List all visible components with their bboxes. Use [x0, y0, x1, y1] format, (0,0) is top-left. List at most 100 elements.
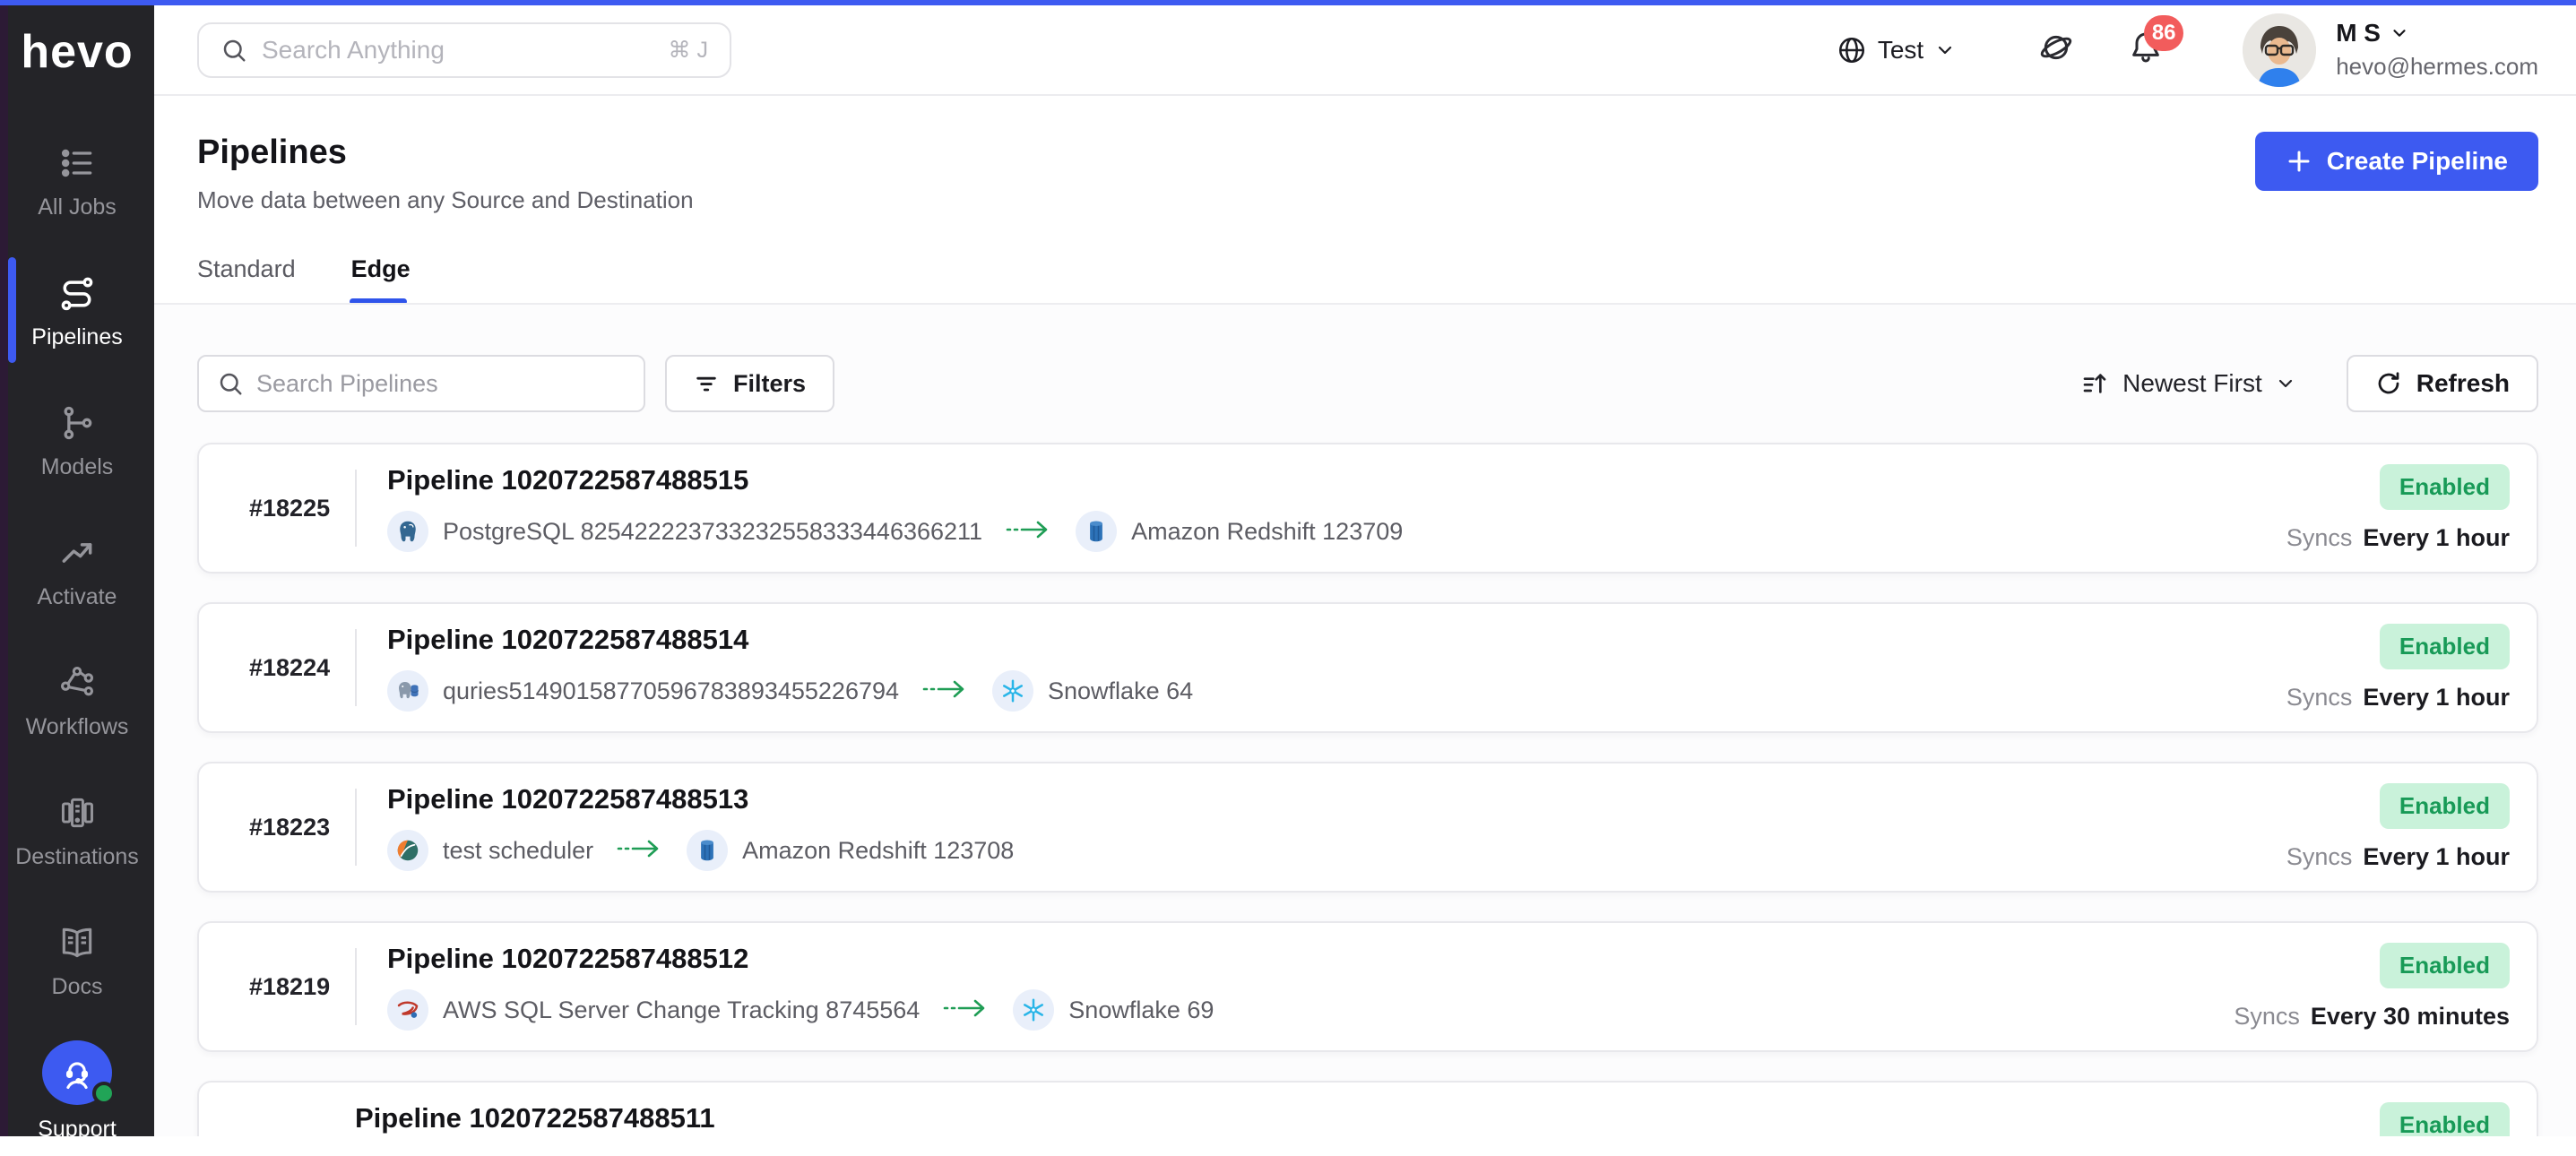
topbar-right: Test 86 [1837, 13, 2538, 87]
pipeline-seq-id: #18219 [249, 973, 355, 1001]
sidebar-item-label: Activate [38, 584, 117, 610]
main-column: ⌘ J Test 86 [154, 5, 2576, 1136]
pipeline-seq-id: #18224 [249, 654, 355, 682]
status-badge: Enabled [2380, 1102, 2510, 1136]
tab-standard[interactable]: Standard [197, 255, 296, 305]
search-icon [217, 370, 244, 397]
sidebar-item-docs[interactable]: Docs [0, 896, 154, 1026]
sql-server-icon [387, 989, 428, 1031]
user-menu[interactable]: M S [2336, 19, 2538, 47]
postgresql-icon [387, 511, 428, 552]
content: Filters Newest First Refresh #18225 [154, 305, 2576, 1136]
destination-label: Amazon Redshift 123708 [742, 837, 1014, 865]
tabs: Standard Edge [197, 255, 2538, 305]
sidebar-item-workflows[interactable]: Workflows [0, 636, 154, 766]
avatar-image [2243, 13, 2316, 87]
sync-value: Every 1 hour [2363, 524, 2510, 552]
user-name: M S [2336, 19, 2381, 47]
pipeline-title[interactable]: Pipeline 1020722587488511 [355, 1102, 715, 1134]
destinations-icon [56, 792, 98, 833]
docs-icon [56, 922, 98, 963]
notifications-button[interactable]: 86 [2128, 30, 2164, 70]
status-badge: Enabled [2380, 943, 2510, 988]
create-pipeline-label: Create Pipeline [2327, 147, 2508, 176]
pipeline-title[interactable]: Pipeline 1020722587488513 [387, 783, 1014, 815]
activate-icon [56, 532, 98, 574]
pipeline-title[interactable]: Pipeline 1020722587488514 [387, 624, 1193, 656]
pipeline-title[interactable]: Pipeline 1020722587488512 [387, 943, 1214, 975]
notification-count-badge: 86 [2144, 15, 2183, 51]
pipeline-row[interactable]: Pipeline 1020722587488511 Enabled [197, 1081, 2538, 1136]
sidebar-item-all-jobs[interactable]: All Jobs [0, 116, 154, 246]
planet-icon [2038, 30, 2074, 65]
create-pipeline-button[interactable]: Create Pipeline [2255, 132, 2538, 191]
global-search[interactable]: ⌘ J [197, 22, 731, 78]
sidebar-item-activate[interactable]: Activate [0, 506, 154, 636]
refresh-icon [2375, 370, 2402, 397]
sidebar-item-pipelines[interactable]: Pipelines [0, 246, 154, 376]
global-search-input[interactable] [262, 36, 654, 65]
source-label: PostgreSQL 82542222373323255833344636621… [443, 518, 982, 546]
filters-button[interactable]: Filters [665, 355, 834, 412]
avatar[interactable] [2243, 13, 2316, 87]
destination-label: Amazon Redshift 123709 [1131, 518, 1403, 546]
flow-arrow-icon [922, 677, 969, 705]
pipeline-row[interactable]: #18225 Pipeline 1020722587488515 Postgre… [197, 443, 2538, 574]
environment-label: Test [1878, 36, 1923, 65]
status-badge: Enabled [2380, 783, 2510, 829]
topbar: ⌘ J Test 86 [154, 5, 2576, 96]
pipeline-list: #18225 Pipeline 1020722587488515 Postgre… [197, 443, 2538, 1136]
source-destination-line: test scheduler Amazon Redshift 123708 [387, 830, 1014, 871]
pipeline-seq-id: #18223 [249, 814, 355, 841]
sidebar-item-label: All Jobs [38, 194, 117, 220]
row-divider [355, 629, 357, 706]
user-block: M S hevo@hermes.com [2336, 19, 2538, 81]
search-icon [220, 37, 247, 64]
amazon-redshift-icon [1076, 511, 1117, 552]
online-status-dot [92, 1082, 116, 1105]
chevron-down-icon [2275, 373, 2296, 394]
snowflake-icon [992, 670, 1033, 712]
sidebar-item-label: Pipelines [31, 324, 122, 350]
sync-schedule: SyncsEvery 1 hour [2286, 843, 2510, 871]
sort-icon [2081, 369, 2110, 398]
models-icon [56, 402, 98, 444]
plus-icon [2286, 148, 2312, 175]
sync-prefix: Syncs [2286, 524, 2353, 552]
sidebar-item-label: Destinations [15, 844, 139, 870]
sidebar-item-support[interactable]: Support [0, 1026, 154, 1156]
whats-new-button[interactable] [2038, 30, 2074, 70]
sync-prefix: Syncs [2286, 843, 2353, 871]
row-divider [355, 948, 357, 1025]
source-label: quries51490158770596783893455226794 [443, 677, 899, 705]
pipelines-icon [56, 272, 98, 314]
sidebar-item-models[interactable]: Models [0, 376, 154, 506]
sync-prefix: Syncs [2234, 1003, 2300, 1031]
sort-control[interactable]: Newest First [2081, 369, 2296, 398]
sidebar-item-label: Models [41, 454, 114, 480]
rest-api-icon [387, 830, 428, 871]
pipeline-row[interactable]: #18223 Pipeline 1020722587488513 test sc… [197, 762, 2538, 893]
filters-label: Filters [733, 370, 806, 398]
snowflake-icon [1013, 989, 1054, 1031]
sidebar-item-destinations[interactable]: Destinations [0, 766, 154, 896]
pipeline-row[interactable]: #18224 Pipeline 1020722587488514 quries5… [197, 602, 2538, 733]
pipeline-search-input[interactable] [256, 370, 626, 398]
sync-value: Every 1 hour [2363, 684, 2510, 712]
pipeline-search[interactable] [197, 355, 645, 412]
pipeline-title[interactable]: Pipeline 1020722587488515 [387, 464, 1403, 496]
sync-schedule: SyncsEvery 30 minutes [2234, 1003, 2510, 1031]
all-jobs-icon [56, 142, 98, 184]
flow-arrow-icon [617, 837, 663, 865]
window-loading-bar [0, 0, 2576, 5]
sort-label: Newest First [2122, 369, 2262, 398]
page-title: Pipelines [197, 134, 2538, 172]
app-shell: hevo All Jobs Pipelines Models Activate … [0, 5, 2576, 1136]
flow-arrow-icon [1006, 518, 1052, 546]
globe-icon [1837, 35, 1867, 65]
environment-switcher[interactable]: Test [1837, 35, 1956, 65]
postgresql-db-icon [387, 670, 428, 712]
pipeline-row[interactable]: #18219 Pipeline 1020722587488512 AWS SQL… [197, 921, 2538, 1052]
refresh-button[interactable]: Refresh [2347, 355, 2538, 412]
tab-edge[interactable]: Edge [351, 255, 411, 305]
